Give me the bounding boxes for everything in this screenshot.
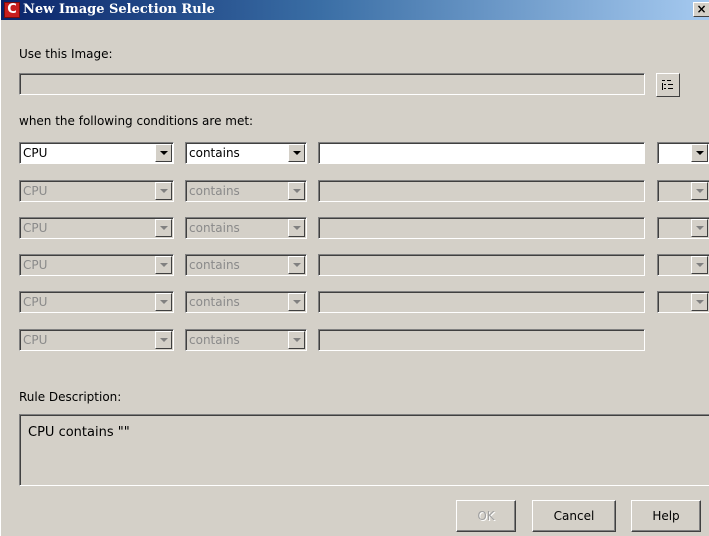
chevron-down-icon[interactable] <box>288 219 305 237</box>
app-logo-icon: C <box>4 2 20 18</box>
chevron-down-icon[interactable] <box>691 144 708 162</box>
title-bar[interactable]: C New Image Selection Rule × <box>1 0 709 20</box>
chevron-down-icon[interactable] <box>155 144 172 162</box>
rule-description-box: CPU contains "" <box>19 414 709 486</box>
condition-operator-dropdown[interactable]: contains <box>185 217 307 239</box>
condition-field-dropdown[interactable]: CPU <box>19 254 174 276</box>
browse-image-button[interactable] <box>656 73 680 97</box>
rule-description-label: Rule Description: <box>19 390 122 404</box>
condition-connector-dropdown[interactable] <box>657 180 709 202</box>
tree-browse-icon <box>662 79 674 91</box>
condition-value-input[interactable] <box>318 180 645 202</box>
image-label: Use this Image: <box>19 47 113 61</box>
condition-connector-dropdown[interactable] <box>657 142 709 164</box>
chevron-down-icon[interactable] <box>155 219 172 237</box>
condition-connector-dropdown[interactable] <box>657 291 709 313</box>
condition-value-input[interactable] <box>318 217 645 239</box>
dialog-title: New Image Selection Rule <box>23 2 215 17</box>
chevron-down-icon[interactable] <box>155 256 172 274</box>
dialog-window: C New Image Selection Rule × Use this Im… <box>0 0 709 536</box>
chevron-down-icon[interactable] <box>691 219 708 237</box>
chevron-down-icon[interactable] <box>288 182 305 200</box>
condition-operator-dropdown[interactable]: contains <box>185 142 307 164</box>
chevron-down-icon[interactable] <box>155 293 172 311</box>
condition-value-input[interactable] <box>318 254 645 276</box>
chevron-down-icon[interactable] <box>288 144 305 162</box>
conditions-label: when the following conditions are met: <box>19 114 254 128</box>
ok-button[interactable]: OK <box>456 500 516 532</box>
chevron-down-icon[interactable] <box>155 182 172 200</box>
condition-operator-dropdown[interactable]: contains <box>185 329 307 351</box>
condition-field-dropdown[interactable]: CPU <box>19 329 174 351</box>
chevron-down-icon[interactable] <box>155 331 172 349</box>
condition-value-input[interactable] <box>318 291 645 313</box>
chevron-down-icon[interactable] <box>288 331 305 349</box>
condition-field-dropdown[interactable]: CPU <box>19 217 174 239</box>
image-field[interactable] <box>19 73 645 95</box>
condition-value-input[interactable] <box>318 329 645 351</box>
condition-value-input[interactable] <box>318 142 645 164</box>
condition-operator-dropdown[interactable]: contains <box>185 180 307 202</box>
rule-description-text: CPU contains "" <box>28 425 130 440</box>
chevron-down-icon[interactable] <box>691 256 708 274</box>
condition-operator-dropdown[interactable]: contains <box>185 254 307 276</box>
condition-field-dropdown[interactable]: CPU <box>19 142 174 164</box>
cancel-button[interactable]: Cancel <box>532 500 616 532</box>
condition-field-dropdown[interactable]: CPU <box>19 180 174 202</box>
help-button[interactable]: Help <box>631 500 701 532</box>
condition-connector-dropdown[interactable] <box>657 254 709 276</box>
chevron-down-icon[interactable] <box>691 182 708 200</box>
chevron-down-icon[interactable] <box>288 293 305 311</box>
condition-connector-dropdown[interactable] <box>657 217 709 239</box>
condition-operator-dropdown[interactable]: contains <box>185 291 307 313</box>
condition-field-dropdown[interactable]: CPU <box>19 291 174 313</box>
close-button[interactable]: × <box>693 2 709 17</box>
chevron-down-icon[interactable] <box>691 293 708 311</box>
chevron-down-icon[interactable] <box>288 256 305 274</box>
